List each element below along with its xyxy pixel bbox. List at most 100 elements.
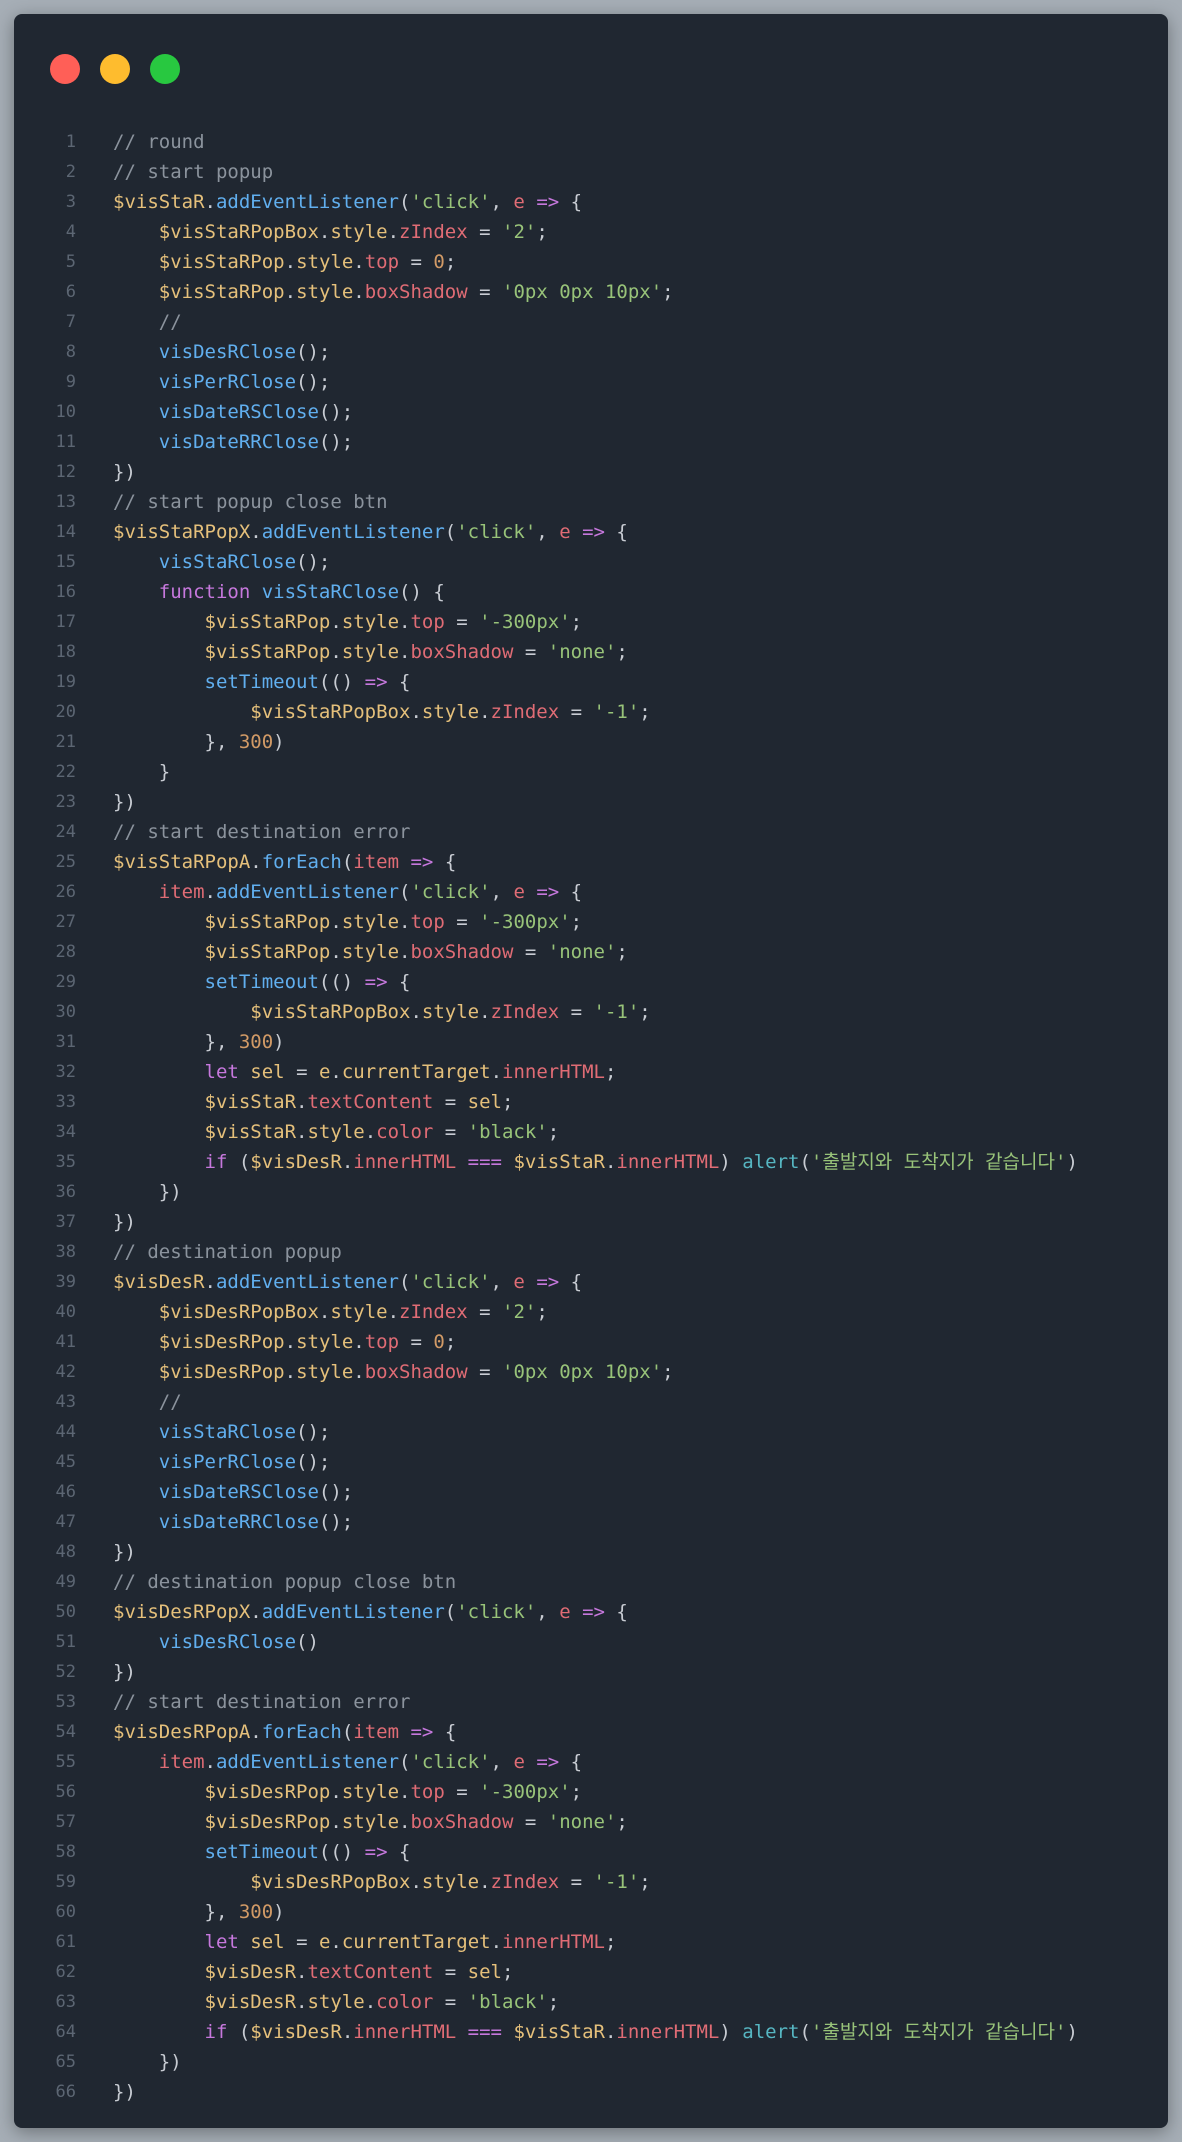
code-text: }) bbox=[113, 1207, 136, 1237]
code-line: 15 visStaRClose(); bbox=[14, 547, 1168, 577]
code-token: if bbox=[204, 2021, 228, 2043]
code-token: 'black' bbox=[467, 1991, 548, 2013]
code-token: $visStaRPop bbox=[158, 251, 285, 273]
code-token: = bbox=[284, 1061, 319, 1083]
code-token: zIndex bbox=[490, 701, 560, 723]
line-number: 29 bbox=[55, 972, 76, 992]
code-token: }, bbox=[113, 1031, 239, 1053]
line-number: 65 bbox=[55, 2052, 76, 2072]
code-token: ; bbox=[639, 701, 651, 723]
code-token: , bbox=[536, 521, 560, 543]
code-token: . bbox=[250, 521, 262, 543]
code-token: => bbox=[364, 971, 388, 993]
code-token: (() bbox=[318, 971, 365, 993]
code-text: // bbox=[113, 307, 182, 337]
code-token: e bbox=[559, 1601, 571, 1623]
code-token: ( bbox=[399, 1751, 411, 1773]
code-token: ; bbox=[444, 1331, 457, 1353]
code-token: ; bbox=[570, 1781, 583, 1803]
code-token: = bbox=[467, 281, 502, 303]
code-token: (() bbox=[318, 671, 365, 693]
code-token: zIndex bbox=[490, 1001, 560, 1023]
code-token: = bbox=[433, 1091, 468, 1113]
line-number: 64 bbox=[55, 2022, 76, 2042]
code-token: visStaRClose bbox=[158, 1421, 297, 1443]
line-number: 11 bbox=[55, 432, 76, 452]
code-text: $visStaR.textContent = sel; bbox=[113, 1087, 514, 1117]
line-number: 33 bbox=[55, 1092, 76, 1112]
code-token: => bbox=[582, 521, 605, 543]
code-line: 17 $visStaRPop.style.top = '-300px'; bbox=[14, 607, 1168, 637]
code-token: 0 bbox=[433, 251, 445, 273]
code-text: }) bbox=[113, 1177, 182, 1207]
code-line: 46 visDateRSClose(); bbox=[14, 1477, 1168, 1507]
close-window-button[interactable] bbox=[50, 54, 80, 84]
line-number: 30 bbox=[55, 1002, 76, 1022]
line-number: 1 bbox=[65, 132, 76, 152]
code-token: . bbox=[399, 1811, 411, 1833]
code-text: $visStaRPop.style.boxShadow = 'none'; bbox=[113, 937, 628, 967]
code-token: . bbox=[330, 941, 342, 963]
code-token: { bbox=[559, 1751, 583, 1773]
code-text: if ($visDesR.innerHTML === $visStaR.inne… bbox=[113, 2017, 1078, 2047]
code-token: top bbox=[364, 251, 400, 273]
code-token: top bbox=[410, 1781, 445, 1803]
code-token: '-1' bbox=[593, 1871, 640, 1893]
code-token: $visDesRPop bbox=[158, 1361, 285, 1383]
code-text: visStaRClose(); bbox=[113, 547, 331, 577]
code-token: . bbox=[387, 1301, 400, 1323]
code-line: 8 visDesRClose(); bbox=[14, 337, 1168, 367]
line-number: 27 bbox=[55, 912, 76, 932]
code-line: 10 visDateRSClose(); bbox=[14, 397, 1168, 427]
code-token: (() bbox=[318, 1841, 365, 1863]
code-text: setTimeout(() => { bbox=[113, 1837, 411, 1867]
code-token: $visStaRPop bbox=[204, 641, 331, 663]
code-token: = bbox=[433, 1121, 468, 1143]
code-token: ; bbox=[501, 1091, 514, 1113]
code-token: addEventListener bbox=[215, 191, 399, 213]
code-token: style bbox=[341, 911, 400, 933]
line-number: 32 bbox=[55, 1062, 76, 1082]
code-token: ; bbox=[604, 1931, 617, 1953]
code-line: 50 $visDesRPopX.addEventListener('click',… bbox=[14, 1597, 1168, 1627]
code-token: '출발지와 도착지가 같습니다' bbox=[810, 2021, 1067, 2043]
line-number: 58 bbox=[55, 1842, 76, 1862]
code-line: 18 $visStaRPop.style.boxShadow = 'none'; bbox=[14, 637, 1168, 667]
code-token: { bbox=[559, 881, 583, 903]
code-token: sel bbox=[250, 1931, 285, 1953]
code-line: 33 $visStaR.textContent = sel; bbox=[14, 1087, 1168, 1117]
line-number: 2 bbox=[65, 162, 76, 182]
code-text: }, 300) bbox=[113, 1027, 285, 1057]
code-token: $visDesR bbox=[250, 2021, 342, 2043]
code-token: '-300px' bbox=[479, 1781, 571, 1803]
code-token: $visStaR bbox=[513, 2021, 605, 2043]
code-token: . bbox=[604, 1151, 617, 1173]
maximize-window-button[interactable] bbox=[150, 54, 180, 84]
minimize-window-button[interactable] bbox=[100, 54, 130, 84]
line-number: 23 bbox=[55, 792, 76, 812]
line-number: 41 bbox=[55, 1332, 76, 1352]
code-token: } bbox=[113, 761, 171, 783]
code-token: . bbox=[399, 911, 411, 933]
code-text: visPerRClose(); bbox=[113, 1447, 331, 1477]
code-token: visDateRSClose bbox=[158, 1481, 319, 1503]
code-token: boxShadow bbox=[410, 941, 514, 963]
code-token: innerHTML bbox=[616, 2021, 720, 2043]
line-number: 12 bbox=[55, 462, 76, 482]
code-token: , bbox=[490, 1751, 514, 1773]
code-text: // start popup close btn bbox=[113, 487, 388, 517]
code-token: (); bbox=[296, 1451, 331, 1473]
code-token: , bbox=[536, 1601, 560, 1623]
